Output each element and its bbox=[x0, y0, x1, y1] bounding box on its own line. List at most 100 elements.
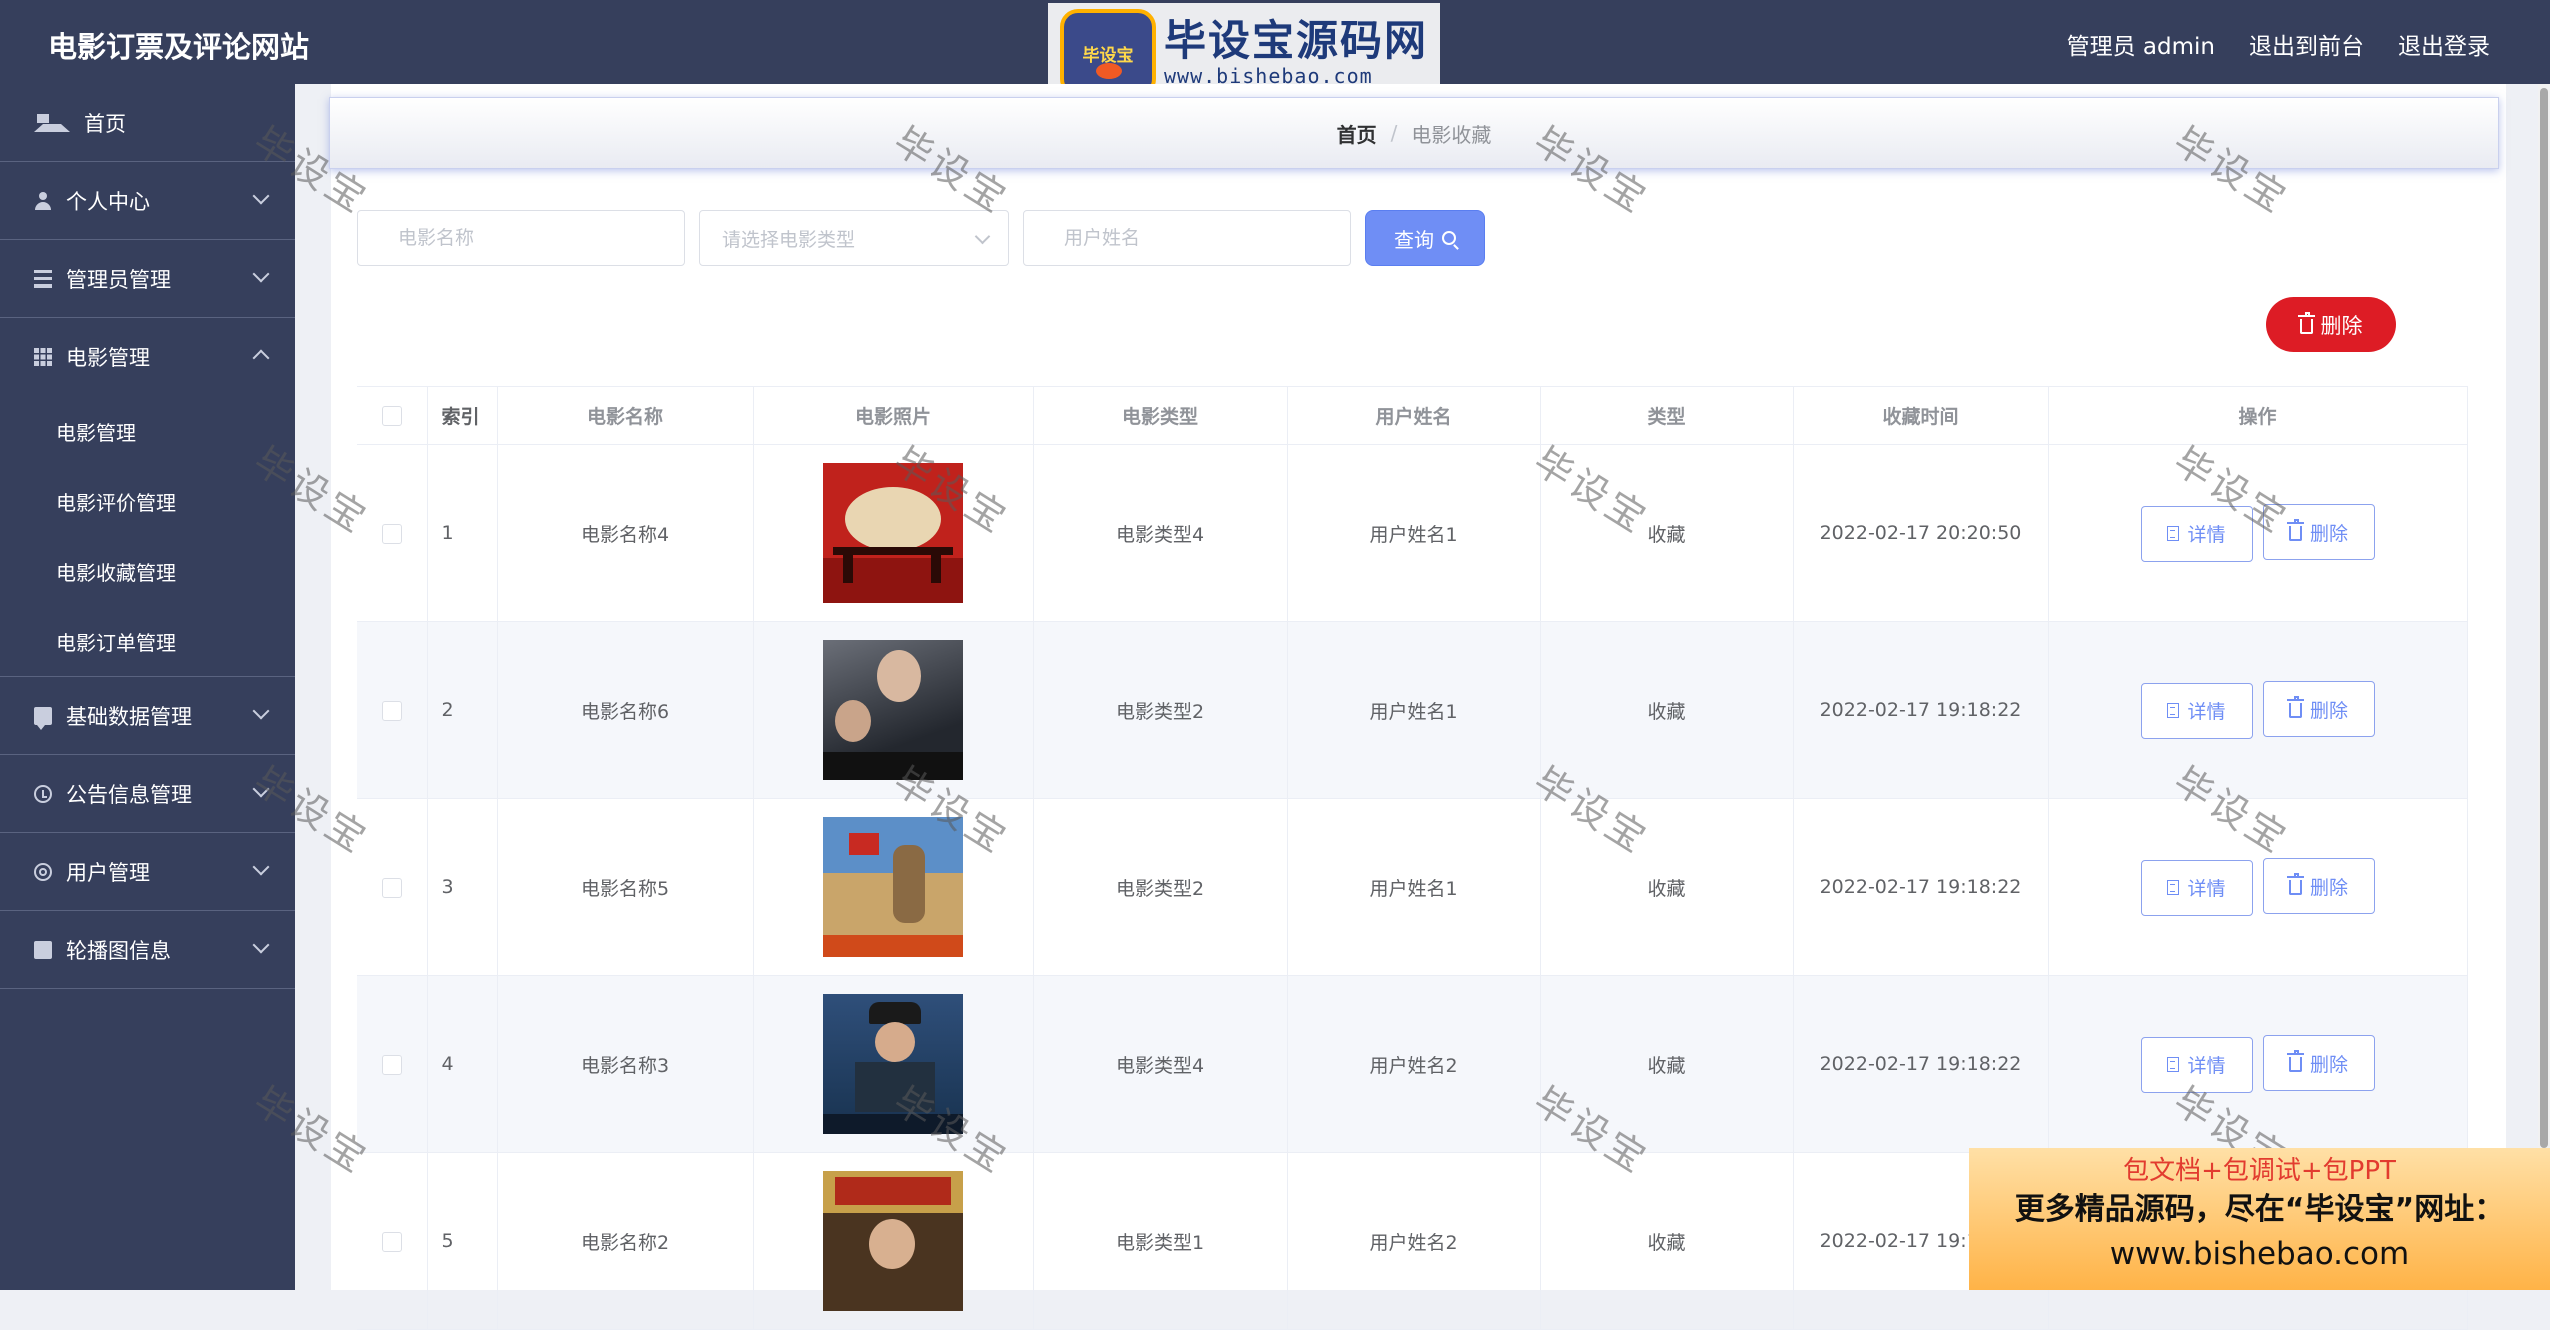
row-movie-name: 电影名称5 bbox=[497, 798, 754, 976]
col-header-movie-type: 电影类型 bbox=[1033, 386, 1288, 445]
row-checkbox[interactable] bbox=[381, 700, 402, 721]
row-fav-time: 2022-02-17 20:20:50 bbox=[1793, 444, 2049, 622]
row-delete-button[interactable]: 删除 bbox=[2262, 504, 2375, 561]
row-index: 5 bbox=[427, 1152, 498, 1330]
row-kind: 收藏 bbox=[1540, 1152, 1794, 1330]
logo-main-text: 毕设宝源码网 bbox=[1164, 16, 1429, 65]
breadcrumb-current: 电影收藏 bbox=[1411, 122, 1492, 147]
table-row: 4 电影名称3 电影类型4 用户姓名2 收藏 2022-02-17 19:18:… bbox=[357, 975, 2468, 1153]
row-delete-button[interactable]: 删除 bbox=[2262, 1035, 2375, 1092]
submenu-movie-favorite[interactable]: 电影收藏管理 bbox=[0, 536, 295, 606]
ad-banner[interactable]: 包文档+包调试+包PPT 更多精品源码，尽在“毕设宝”网址： www.bishe… bbox=[1969, 1148, 2550, 1290]
breadcrumb-home[interactable]: 首页 bbox=[1337, 119, 1377, 148]
submenu-movie-order[interactable]: 电影订单管理 bbox=[0, 606, 295, 676]
sidebar-item-label: 电影管理 bbox=[66, 346, 150, 370]
sidebar-item-label: 用户管理 bbox=[66, 860, 150, 885]
sidebar-item-home[interactable]: 首页 bbox=[0, 84, 295, 162]
chevron-up-icon bbox=[252, 349, 270, 367]
row-movie-type: 电影类型4 bbox=[1033, 975, 1288, 1153]
col-header-movie-photo: 电影照片 bbox=[753, 386, 1034, 445]
col-header-index: 索引 bbox=[427, 386, 498, 445]
row-checkbox[interactable] bbox=[381, 1231, 402, 1252]
breadcrumb: 首页 / 电影收藏 bbox=[329, 97, 2499, 169]
delete-label: 删除 bbox=[2320, 313, 2363, 338]
row-movie-type: 电影类型2 bbox=[1033, 621, 1288, 799]
sidebar-item-notice[interactable]: 公告信息管理 bbox=[0, 755, 295, 833]
batch-delete-button[interactable]: 删除 bbox=[2266, 297, 2396, 352]
row-actions: 详情 删除 bbox=[2048, 621, 2468, 799]
chevron-down-icon bbox=[974, 228, 991, 245]
trash-icon bbox=[2286, 696, 2304, 719]
detail-button[interactable]: 详情 bbox=[2140, 1036, 2253, 1093]
monitor-icon bbox=[34, 940, 52, 959]
row-delete-label: 删除 bbox=[2309, 522, 2348, 545]
row-checkbox[interactable] bbox=[381, 1054, 402, 1075]
logout-link[interactable]: 退出登录 bbox=[2398, 27, 2490, 61]
detail-button[interactable]: 详情 bbox=[2140, 505, 2253, 562]
ad-line-3: www.bishebao.com bbox=[2109, 1236, 2410, 1272]
trash-icon bbox=[2297, 311, 2315, 334]
submenu-movie[interactable]: 电影管理 bbox=[0, 396, 295, 466]
row-delete-label: 删除 bbox=[2309, 699, 2348, 722]
sidebar-item-label: 基础数据管理 bbox=[66, 704, 192, 729]
row-movie-name: 电影名称4 bbox=[497, 444, 754, 622]
chat-icon bbox=[34, 706, 52, 730]
table-row: 3 电影名称5 电影类型2 用户姓名1 收藏 2022-02-17 19:18:… bbox=[357, 798, 2468, 976]
sidebar-item-users[interactable]: 用户管理 bbox=[0, 833, 295, 911]
row-movie-name: 电影名称3 bbox=[497, 975, 754, 1153]
row-user-name: 用户姓名1 bbox=[1287, 798, 1541, 976]
user-icon bbox=[34, 191, 52, 210]
row-checkbox[interactable] bbox=[381, 523, 402, 544]
ad-line-1: 包文档+包调试+包PPT bbox=[2123, 1156, 2396, 1186]
sidebar-item-personal[interactable]: 个人中心 bbox=[0, 162, 295, 240]
select-all-checkbox[interactable] bbox=[381, 406, 402, 426]
row-checkbox[interactable] bbox=[381, 877, 402, 898]
sidebar-item-carousel[interactable]: 轮播图信息 bbox=[0, 911, 295, 989]
document-icon bbox=[2167, 703, 2180, 719]
row-user-name: 用户姓名1 bbox=[1287, 621, 1541, 799]
trash-icon bbox=[2286, 873, 2304, 896]
detail-button[interactable]: 详情 bbox=[2140, 859, 2253, 916]
query-button[interactable]: 查询 bbox=[1365, 210, 1485, 266]
row-fav-time: 2022-02-17 19:18:22 bbox=[1793, 975, 2049, 1153]
sidebar-item-basic-data[interactable]: 基础数据管理 bbox=[0, 677, 295, 755]
select-all-cell bbox=[357, 386, 428, 445]
row-kind: 收藏 bbox=[1540, 621, 1794, 799]
row-movie-name: 电影名称2 bbox=[497, 1152, 754, 1330]
page-scrollbar[interactable] bbox=[2538, 84, 2550, 1290]
chevron-down-icon bbox=[252, 780, 270, 798]
movie-type-select[interactable]: 请选择电影类型 bbox=[699, 210, 1009, 266]
home-icon bbox=[34, 106, 70, 132]
document-icon bbox=[2167, 880, 2180, 896]
table-row: 1 电影名称4 电影类型4 用户姓名1 收藏 2022-02-17 20:20:… bbox=[357, 444, 2468, 622]
admin-label: 管理员 admin bbox=[2066, 34, 2215, 60]
chevron-down-icon bbox=[252, 702, 270, 720]
row-movie-name: 电影名称6 bbox=[497, 621, 754, 799]
row-user-name: 用户姓名2 bbox=[1287, 1152, 1541, 1330]
sidebar-item-movie[interactable]: 电影管理 bbox=[0, 318, 295, 396]
scrollbar-thumb[interactable] bbox=[2540, 88, 2548, 1148]
chevron-down-icon bbox=[252, 187, 270, 205]
trash-icon bbox=[2286, 519, 2304, 542]
sidebar-item-label: 首页 bbox=[84, 111, 126, 136]
sidebar-item-label: 管理员管理 bbox=[66, 267, 171, 292]
movie-poster bbox=[823, 463, 963, 603]
row-delete-button[interactable]: 删除 bbox=[2262, 858, 2375, 915]
row-fav-time: 2022-02-17 19:18:22 bbox=[1793, 621, 2049, 799]
col-header-fav-time: 收藏时间 bbox=[1793, 386, 2049, 445]
detail-button[interactable]: 详情 bbox=[2140, 682, 2253, 739]
ad-line-2: 更多精品源码，尽在“毕设宝”网址： bbox=[2014, 1192, 2505, 1227]
detail-label: 详情 bbox=[2187, 701, 2226, 724]
user-name-input[interactable] bbox=[1023, 210, 1351, 266]
sidebar-item-admin[interactable]: 管理员管理 bbox=[0, 240, 295, 318]
row-actions: 详情 删除 bbox=[2048, 975, 2468, 1153]
chevron-down-icon bbox=[252, 265, 270, 283]
movie-name-input[interactable] bbox=[357, 210, 685, 266]
row-kind: 收藏 bbox=[1540, 975, 1794, 1153]
movie-poster bbox=[823, 640, 963, 780]
search-bar: 请选择电影类型 查询 bbox=[357, 210, 1485, 266]
row-delete-button[interactable]: 删除 bbox=[2262, 681, 2375, 738]
row-index: 1 bbox=[427, 444, 498, 622]
submenu-movie-review[interactable]: 电影评价管理 bbox=[0, 466, 295, 536]
back-to-front-link[interactable]: 退出到前台 bbox=[2249, 27, 2364, 61]
